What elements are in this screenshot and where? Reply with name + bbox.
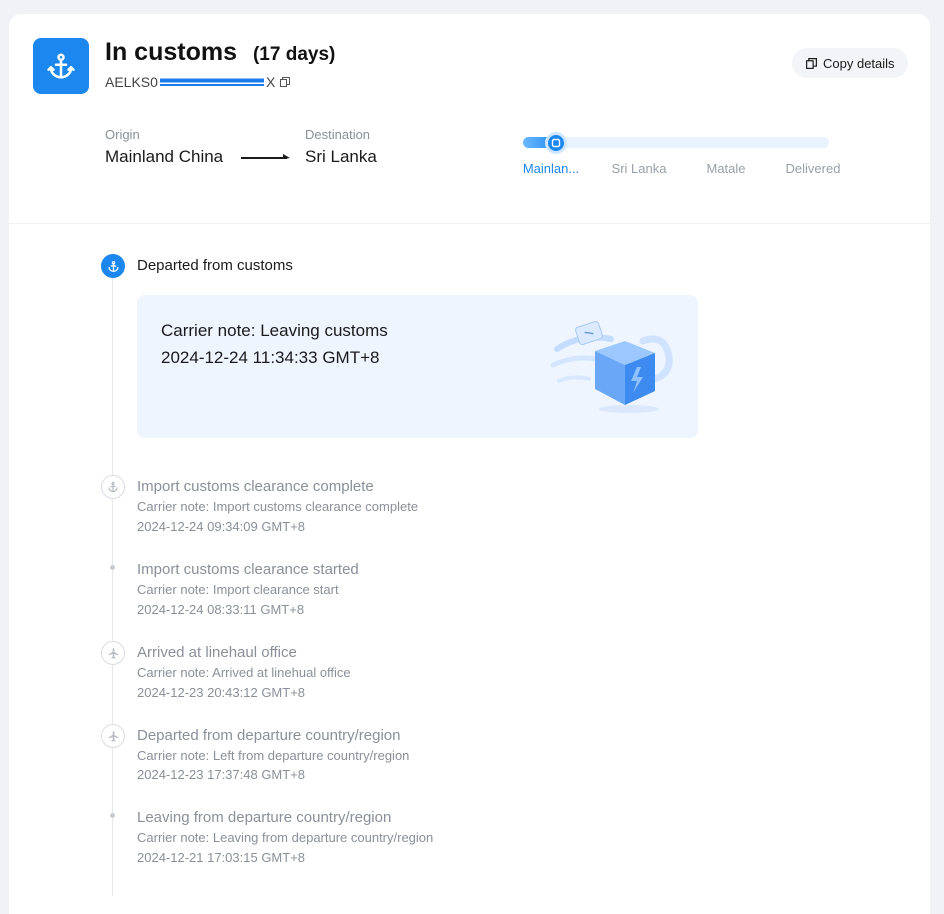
tracking-number-prefix: AELKS0 — [105, 74, 158, 90]
status-title-row: In customs (17 days) — [105, 38, 335, 67]
tracking-card: In customs (17 days) AELKS0 X Copy detai… — [9, 14, 930, 914]
event-note: Carrier note: Leaving customs — [161, 321, 388, 340]
event-note: Carrier note: Left from departure countr… — [137, 748, 410, 763]
event-time: 2024-12-23 20:43:12 GMT+8 — [137, 685, 306, 700]
progress-bar — [523, 137, 829, 148]
package-illustration — [551, 321, 673, 413]
stop-delivered: Delivered — [785, 161, 841, 176]
progress-knob — [545, 132, 567, 154]
redaction-mark — [159, 76, 264, 88]
event-title: Leaving from departure country/region — [137, 809, 392, 826]
copy-details-label: Copy details — [823, 55, 895, 71]
shipment-header: In customs (17 days) AELKS0 X Copy detai… — [9, 14, 930, 224]
anchor-icon — [33, 38, 89, 94]
event-note: Carrier note: Import customs clearance c… — [137, 499, 419, 514]
event-title: Arrived at linehaul office — [137, 644, 297, 661]
event-note: Carrier note: Arrived at linehual office — [137, 665, 351, 680]
timeline-dot — [110, 813, 115, 818]
anchor-icon — [101, 475, 125, 499]
event-title: Departed from customs — [137, 257, 293, 274]
plane-icon — [101, 641, 125, 665]
event-time: 2024-12-23 17:37:48 GMT+8 — [137, 767, 306, 782]
event-time: 2024-12-24 11:34:33 GMT+8 — [161, 348, 380, 367]
event-note: Carrier note: Import clearance start — [137, 582, 339, 597]
transit-days: (17 days) — [252, 44, 336, 65]
copy-tracking-icon[interactable] — [279, 76, 291, 88]
event-title: Import customs clearance complete — [137, 478, 374, 495]
timeline-dot — [110, 565, 115, 570]
anchor-icon — [101, 254, 125, 278]
copy-icon — [805, 57, 818, 70]
event-note: Carrier note: Leaving from departure cou… — [137, 830, 434, 845]
status-title: In customs — [105, 38, 237, 66]
event-title: Departed from departure country/region — [137, 727, 401, 744]
origin-label: Origin — [105, 127, 140, 142]
event-time: 2024-12-21 17:03:15 GMT+8 — [137, 850, 306, 865]
event-time: 2024-12-24 08:33:11 GMT+8 — [137, 602, 305, 617]
tracking-number: AELKS0 X — [105, 74, 291, 90]
stop-destination-country: Sri Lanka — [611, 161, 667, 176]
plane-icon — [101, 724, 125, 748]
tracking-number-suffix: X — [265, 74, 276, 90]
customs-icon — [551, 138, 561, 148]
timeline-line — [112, 276, 113, 896]
destination-value: Sri Lanka — [305, 147, 377, 166]
stop-city: Matale — [706, 161, 746, 176]
stop-origin: Mainlan... — [522, 161, 580, 176]
event-title: Import customs clearance started — [137, 561, 359, 578]
origin-value: Mainland China — [105, 147, 224, 166]
event-time: 2024-12-24 09:34:09 GMT+8 — [137, 519, 306, 534]
destination-label: Destination — [305, 127, 371, 142]
latest-event-card: Carrier note: Leaving customs 2024-12-24… — [137, 295, 698, 438]
arrow-right-icon — [241, 154, 290, 159]
copy-details-button[interactable]: Copy details — [792, 48, 908, 78]
